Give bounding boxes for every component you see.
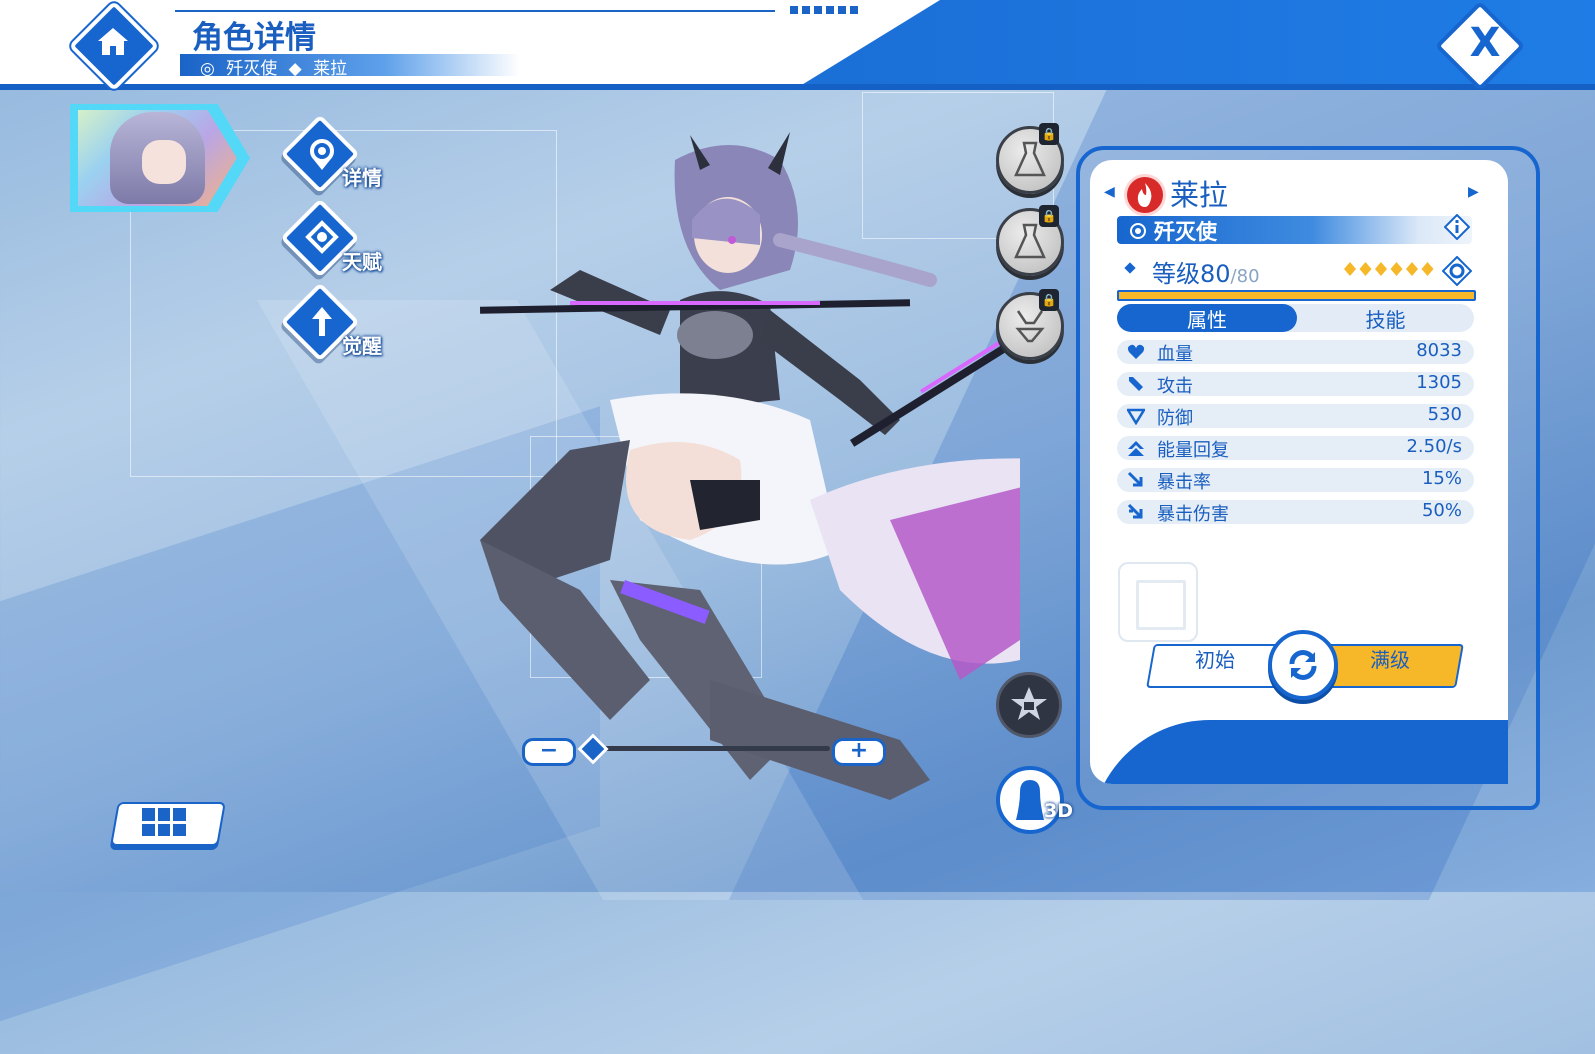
panel-rail — [1101, 650, 1107, 730]
star-icon — [1375, 262, 1387, 276]
grid-icon[interactable] — [142, 808, 186, 836]
tab-attributes[interactable]: 属性 — [1117, 304, 1297, 332]
zoom-in-button[interactable]: + — [832, 738, 886, 766]
stat-label: 暴击伤害 — [1157, 504, 1229, 525]
stat-value: 1305 — [1416, 372, 1462, 393]
page-title: 角色详情 — [192, 20, 316, 56]
crit-rate-icon — [1127, 471, 1143, 487]
stat-row: 攻击 1305 — [1117, 372, 1474, 397]
heart-icon — [1127, 344, 1145, 359]
info-icon[interactable] — [1444, 214, 1470, 240]
top-bar-border — [0, 84, 1595, 90]
star-rating — [1344, 262, 1434, 276]
stat-label: 暴击率 — [1157, 472, 1211, 493]
stat-label: 血量 — [1157, 344, 1193, 365]
menu-label-details: 详情 — [342, 166, 382, 190]
tab-skills[interactable]: 技能 — [1297, 304, 1474, 332]
menu-item-awaken[interactable]: 觉醒 — [280, 282, 412, 364]
gear-icon[interactable] — [1442, 256, 1472, 286]
max-level-label[interactable]: 满级 — [1350, 644, 1430, 673]
star-icon — [1421, 262, 1434, 276]
portrait-face — [142, 140, 186, 184]
toggle-level-button[interactable] — [1268, 630, 1338, 700]
star-icon — [1390, 262, 1403, 276]
stat-value: 2.50/s — [1406, 436, 1462, 457]
outfit-button-dress-1[interactable]: 🔒 — [996, 123, 1064, 194]
outfit-button-dress-2[interactable]: 🔒 — [996, 205, 1064, 276]
stat-label: 攻击 — [1157, 376, 1193, 397]
stat-label: 能量回复 — [1157, 440, 1229, 461]
view-3d-label: 3D — [1044, 800, 1073, 822]
sword-icon — [1129, 377, 1143, 391]
crit-damage-icon — [1127, 503, 1143, 519]
refresh-icon — [1289, 650, 1317, 680]
initial-level-label[interactable]: 初始 — [1180, 644, 1250, 673]
level-text: 等级80/80 — [1152, 254, 1260, 289]
level-progress-bar — [1117, 290, 1476, 301]
stat-row: 防御 530 — [1117, 404, 1474, 429]
breadcrumb-separator-icon: ◆ — [288, 59, 302, 79]
character-silhouette-icon — [1016, 780, 1044, 820]
stat-label: 防御 — [1157, 408, 1193, 429]
stat-row: 暴击率 15% — [1117, 468, 1474, 493]
awaken-arrow-icon — [312, 307, 332, 336]
stat-row: 能量回复 2.50/s — [1117, 436, 1474, 461]
zoom-out-button[interactable]: − — [522, 738, 576, 766]
lock-icon: 🔒 — [1039, 205, 1059, 227]
shield-icon — [1127, 408, 1145, 425]
menu-label-talent: 天赋 — [342, 250, 382, 274]
level-max: /80 — [1230, 266, 1260, 287]
zoom-slider-track[interactable] — [590, 746, 830, 751]
home-icon[interactable] — [93, 22, 133, 62]
menu-item-details[interactable]: 详情 — [280, 114, 412, 196]
character-name: 莱拉 — [1170, 178, 1229, 212]
outfit-button-swimsuit[interactable]: 🔒 — [996, 289, 1064, 360]
energy-icon — [1128, 441, 1144, 456]
lock-icon: 🔒 — [1039, 123, 1059, 145]
menu-label-awaken: 觉醒 — [342, 334, 382, 358]
close-icon[interactable]: X — [1460, 21, 1510, 65]
stat-row: 暴击伤害 50% — [1117, 500, 1474, 525]
level-label: 等级80 — [1152, 260, 1231, 288]
prev-character-icon[interactable]: ◀ — [1104, 184, 1115, 200]
talent-icon — [305, 220, 339, 254]
star-lock-icon — [1011, 687, 1047, 720]
star-icon — [1359, 262, 1372, 276]
swimsuit-icon — [1015, 310, 1045, 343]
breadcrumb: ◎ 歼灭使 ◆ 莱拉 — [200, 54, 353, 79]
equipment-slot[interactable] — [1118, 562, 1198, 642]
class-emblem-icon — [1130, 223, 1146, 239]
fire-icon — [1124, 174, 1166, 216]
breadcrumb-name: 莱拉 — [313, 59, 348, 79]
stat-value: 8033 — [1416, 340, 1462, 361]
dress-icon — [1014, 223, 1046, 259]
stat-value: 530 — [1427, 404, 1462, 425]
dress-icon — [1014, 141, 1046, 177]
character-class: 歼灭使 — [1154, 220, 1217, 244]
star-icon — [1344, 262, 1356, 276]
next-character-icon[interactable]: ▶ — [1468, 184, 1479, 200]
panel-tabs: 属性 技能 — [1117, 304, 1474, 332]
locked-star-button[interactable] — [996, 672, 1062, 738]
stat-value: 15% — [1421, 468, 1462, 489]
title-dots — [790, 6, 860, 14]
stat-value: 50% — [1421, 500, 1462, 521]
lock-icon: 🔒 — [1039, 289, 1059, 311]
breadcrumb-class: 歼灭使 — [226, 59, 278, 79]
menu-item-talent[interactable]: 天赋 — [280, 198, 412, 280]
class-emblem-icon: ◎ — [200, 59, 215, 79]
location-pin-icon — [310, 139, 334, 170]
stat-row: 血量 8033 — [1117, 340, 1474, 365]
star-icon — [1406, 262, 1418, 276]
level-switch: 初始 满级 — [1146, 630, 1464, 700]
